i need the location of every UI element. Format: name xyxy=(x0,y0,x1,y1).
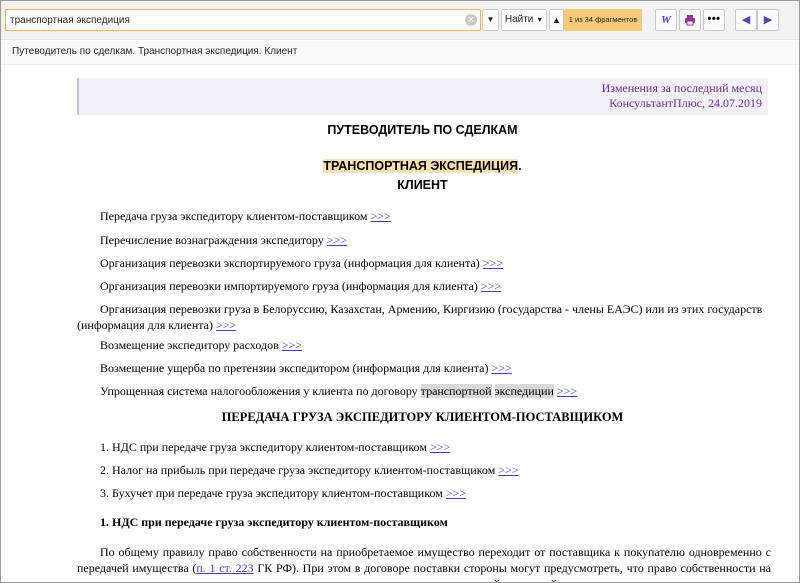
chevron-down-icon: ▼ xyxy=(536,17,544,24)
arrow-up-icon: ▲ xyxy=(552,15,561,25)
document-subtitle: ТРАНСПОРТНАЯ ЭКСПЕДИЦИЯ. xyxy=(77,159,768,173)
export-word-button[interactable]: W xyxy=(655,9,677,31)
info-date: КонсультантПлюс, 24.07.2019 xyxy=(609,96,762,110)
arrow-right-icon: ▶ xyxy=(763,14,773,26)
toc-item: Передача груза экспедитору клиентом-пост… xyxy=(100,209,391,224)
breadcrumb: Путеводитель по сделкам. Транспортная эк… xyxy=(12,46,298,57)
search-toolbar: × ▼ Найти ▼ ▲ 1 из 34 фрагментов W ••• ◀… xyxy=(1,1,799,40)
more-icon: ••• xyxy=(707,13,721,25)
info-box: Изменения за последний месяц Консультант… xyxy=(77,78,768,115)
section-item: 2. Налог на прибыль при передаче груза э… xyxy=(100,463,519,478)
forward-button[interactable]: ▶ xyxy=(757,9,779,31)
toc-item-label: Организация перевозки груза в Белоруссию… xyxy=(77,302,763,332)
section-item: 1. НДС при передаче груза экспедитору кл… xyxy=(100,440,450,455)
law-link[interactable]: п. 1 ст. 223 xyxy=(196,561,253,575)
subtitle-dot: . xyxy=(518,159,522,173)
search-highlight: экспедиции xyxy=(494,384,554,398)
toc-item-label: Возмещение ущерба по претензии экспедито… xyxy=(100,361,489,375)
search-box[interactable]: × xyxy=(5,9,481,31)
toc-item: Перечисление вознаграждения экспедитору … xyxy=(100,233,347,248)
toc-item: Возмещение ущерба по претензии экспедито… xyxy=(100,361,512,376)
section-item-label: 2. Налог на прибыль при передаче груза э… xyxy=(100,463,496,477)
toc-link[interactable]: >>> xyxy=(492,361,512,375)
toc-item: Организация перевозки груза в Белоруссию… xyxy=(77,301,771,333)
paragraph: По общему правилу право собственности на… xyxy=(77,544,771,582)
changes-suffix: за последний месяц xyxy=(660,81,762,95)
toc-item-label: Перечисление вознаграждения экспедитору xyxy=(100,233,324,247)
more-button[interactable]: ••• xyxy=(703,9,725,31)
toc-item-label: Возмещение экспедитору расходов xyxy=(100,338,279,352)
toc-link[interactable]: >>> xyxy=(483,256,503,270)
prev-match-button[interactable]: ▲ xyxy=(549,9,564,31)
section-link[interactable]: >>> xyxy=(446,486,466,500)
chevron-down-icon: ▼ xyxy=(486,15,495,24)
toc-link[interactable]: >>> xyxy=(557,384,577,398)
toc-item: Возмещение экспедитору расходов >>> xyxy=(100,338,302,353)
toc-item: Организация перевозки экспортируемого гр… xyxy=(100,256,503,271)
toc-item-label: Передача груза экспедитору клиентом-пост… xyxy=(100,209,368,223)
find-label: Найти xyxy=(504,14,534,25)
section-link[interactable]: >>> xyxy=(498,463,518,477)
toc-link[interactable]: >>> xyxy=(481,279,501,293)
word-export-icon: W xyxy=(661,14,671,26)
toc-item: Упрощенная система налогообложения у кли… xyxy=(100,384,577,399)
toc-link[interactable]: >>> xyxy=(216,318,236,332)
toc-item: Организация перевозки импортируемого гру… xyxy=(100,279,501,294)
section-item-label: 3. Бухучет при передаче груза экспедитор… xyxy=(100,486,443,500)
print-icon xyxy=(685,15,695,26)
toc-item-label: Организация перевозки импортируемого гру… xyxy=(100,279,478,293)
search-input[interactable] xyxy=(10,12,460,28)
toc-link[interactable]: >>> xyxy=(327,233,347,247)
find-button[interactable]: Найти ▼ xyxy=(501,9,547,31)
toc-item-label: Организация перевозки экспортируемого гр… xyxy=(100,256,480,270)
breadcrumb-bar: Путеводитель по сделкам. Транспортная эк… xyxy=(1,41,799,65)
match-counter: 1 из 34 фрагментов xyxy=(564,9,642,31)
toc-link[interactable]: >>> xyxy=(370,209,390,223)
section-item: 3. Бухучет при передаче груза экспедитор… xyxy=(100,486,466,501)
section-heading: ПЕРЕДАЧА ГРУЗА ЭКСПЕДИТОРУ КЛИЕНТОМ-ПОСТ… xyxy=(221,410,624,424)
search-highlight: ТРАНСПОРТНАЯ ЭКСПЕДИЦИЯ xyxy=(323,159,519,173)
arrow-left-icon: ◀ xyxy=(741,14,751,26)
document-subtitle-client: КЛИЕНТ xyxy=(397,178,448,192)
document-body[interactable]: Изменения за последний месяц Консультант… xyxy=(1,66,799,582)
toc-item-label: Упрощенная система налогообложения у кли… xyxy=(100,384,418,398)
section-item-label: 1. НДС при передаче груза экспедитору кл… xyxy=(100,440,427,454)
toc-link[interactable]: >>> xyxy=(282,338,302,352)
clear-icon[interactable]: × xyxy=(465,14,477,26)
search-history-button[interactable]: ▼ xyxy=(482,9,499,31)
search-highlight: транспортной xyxy=(420,384,492,398)
subsection-heading: 1. НДС при передаче груза экспедитору кл… xyxy=(100,515,448,529)
document-title: ПУТЕВОДИТЕЛЬ ПО СДЕЛКАМ xyxy=(327,123,518,137)
section-link[interactable]: >>> xyxy=(430,440,450,454)
back-button[interactable]: ◀ xyxy=(735,9,757,31)
print-button[interactable] xyxy=(679,9,701,31)
changes-link[interactable]: Изменения xyxy=(602,81,658,95)
